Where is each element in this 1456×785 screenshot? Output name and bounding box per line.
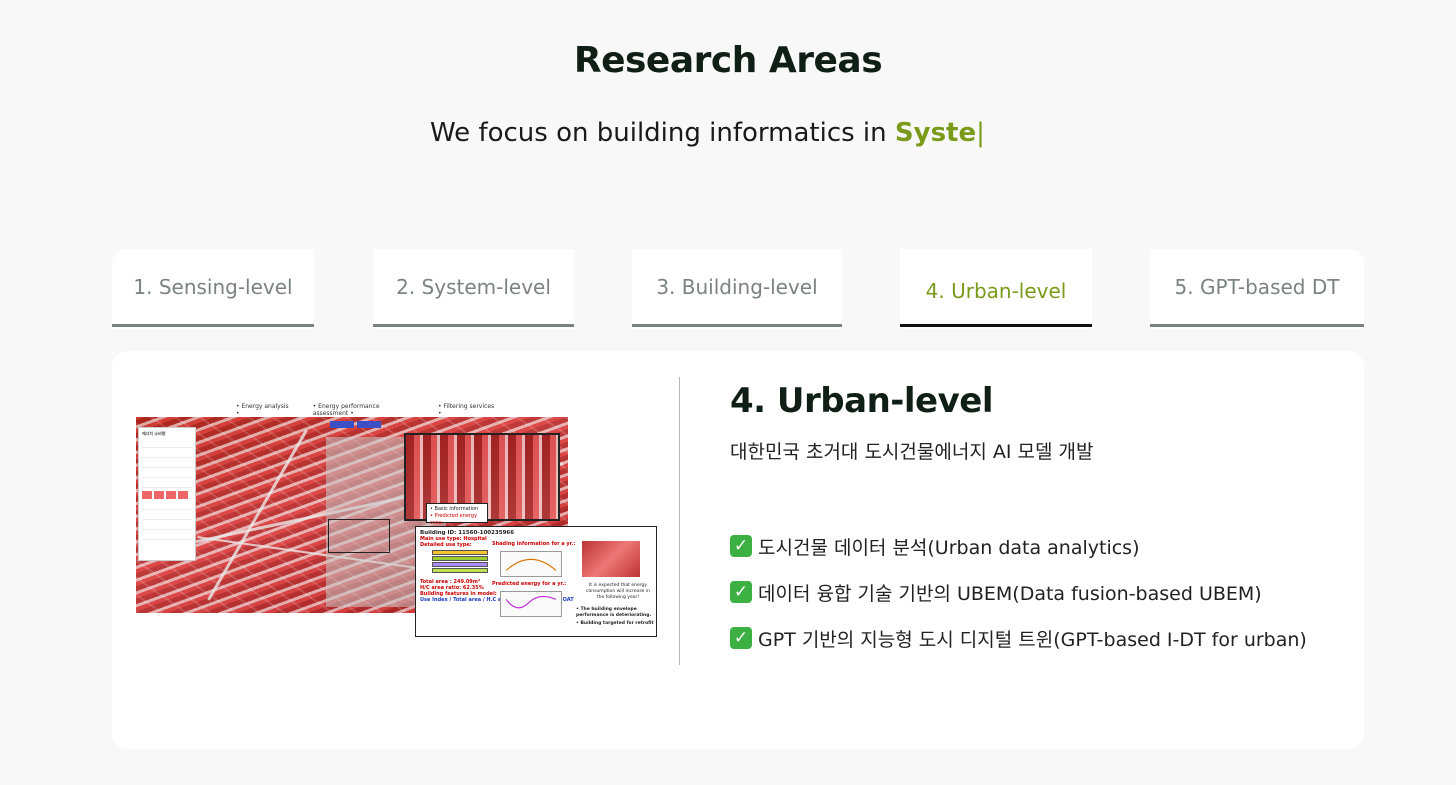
tagline-typed-text: Syste xyxy=(894,118,977,148)
shading-title: Shading information for a yr.: xyxy=(492,541,576,547)
tagline: We focus on building informatics in Syst… xyxy=(430,118,985,148)
research-bullets: ✓ 도시건물 데이터 분석(Urban data analytics) ✓ 데이… xyxy=(730,523,1307,661)
bullet-item: ✓ 도시건물 데이터 분석(Urban data analytics) xyxy=(730,523,1307,569)
selected-region-box xyxy=(328,519,390,553)
typing-cursor: | xyxy=(976,118,985,148)
tab-label: 4. Urban-level xyxy=(925,279,1067,303)
content-card: • Energy analysis • • Energy performance… xyxy=(112,351,1364,749)
tab-system-level[interactable]: 2. System-level xyxy=(373,249,574,329)
figure-menu: • Energy analysis • • Energy performance… xyxy=(236,403,496,417)
tab-label: 1. Sensing-level xyxy=(133,275,293,299)
tab-gpt-based-dt[interactable]: 5. GPT-based DT xyxy=(1150,249,1364,329)
section-title: 4. Urban-level xyxy=(730,381,993,421)
map-mode-buttons xyxy=(330,421,381,428)
section-subtitle: 대한민국 초거대 도시건물에너지 AI 모델 개발 xyxy=(730,441,1094,463)
tab-underline-active xyxy=(900,324,1092,327)
building-info-card: Building ID: 11560-100235966 Main use ty… xyxy=(415,526,657,637)
menu-energy-analysis: • Energy analysis • xyxy=(236,403,289,417)
building-3d-thumbnail xyxy=(582,541,640,577)
shading-chart xyxy=(500,551,562,577)
research-figure: • Energy analysis • • Energy performance… xyxy=(136,403,658,643)
tab-sensing-level[interactable]: 1. Sensing-level xyxy=(112,249,314,329)
bullet-item: ✓ GPT 기반의 지능형 도시 디지털 트윈(GPT-based I-DT f… xyxy=(730,615,1307,661)
check-icon: ✓ xyxy=(730,581,752,603)
bullet-item: ✓ 데이터 융합 기술 기반의 UBEM(Data fusion-based U… xyxy=(730,569,1307,615)
note-increase: It is expected that energy consumption w… xyxy=(586,583,650,600)
page-title: Research Areas xyxy=(573,40,883,81)
tab-label: 2. System-level xyxy=(396,275,551,299)
tab-building-level[interactable]: 3. Building-level xyxy=(632,249,842,329)
zoom-label: • Basic information • Predicted energy c… xyxy=(426,503,488,526)
tab-underline xyxy=(373,324,574,327)
zoom-label-basic: • Basic information xyxy=(430,506,479,512)
tagline-prefix: We focus on building informatics in xyxy=(430,118,895,148)
map-side-panel: 에너지 소비량 xyxy=(138,427,196,561)
tab-label: 5. GPT-based DT xyxy=(1174,275,1340,299)
panel-title: 에너지 소비량 xyxy=(142,431,166,436)
content-divider xyxy=(679,377,680,665)
check-icon: ✓ xyxy=(730,535,752,557)
use-type-bars xyxy=(420,550,490,573)
menu-energy-performance: • Energy performance assessment • xyxy=(312,403,380,417)
tab-underline xyxy=(112,324,314,327)
bullet-text: 도시건물 데이터 분석(Urban data analytics) xyxy=(758,536,1140,559)
tab-label: 3. Building-level xyxy=(656,275,818,299)
predicted-energy-chart xyxy=(500,591,562,617)
tab-underline xyxy=(632,324,842,327)
tab-urban-level[interactable]: 4. Urban-level xyxy=(900,249,1092,329)
check-icon: ✓ xyxy=(730,627,752,649)
note-retrofit: • Building targeted for retrofit xyxy=(576,621,654,626)
predicted-title: Predicted energy for a yr.: xyxy=(492,581,567,587)
bullet-text: GPT 기반의 지능형 도시 디지털 트윈(GPT-based I-DT for… xyxy=(758,628,1307,651)
zoom-label-predicted: • Predicted energy cons. xyxy=(430,513,478,526)
menu-filtering-services: • Filtering services • xyxy=(438,403,495,417)
tab-underline xyxy=(1150,324,1364,327)
bullet-text: 데이터 융합 기술 기반의 UBEM(Data fusion-based UBE… xyxy=(758,582,1262,605)
note-envelope: • The building envelope performance is d… xyxy=(576,607,652,618)
tab-bar: 1. Sensing-level 2. System-level 3. Buil… xyxy=(112,249,1364,329)
